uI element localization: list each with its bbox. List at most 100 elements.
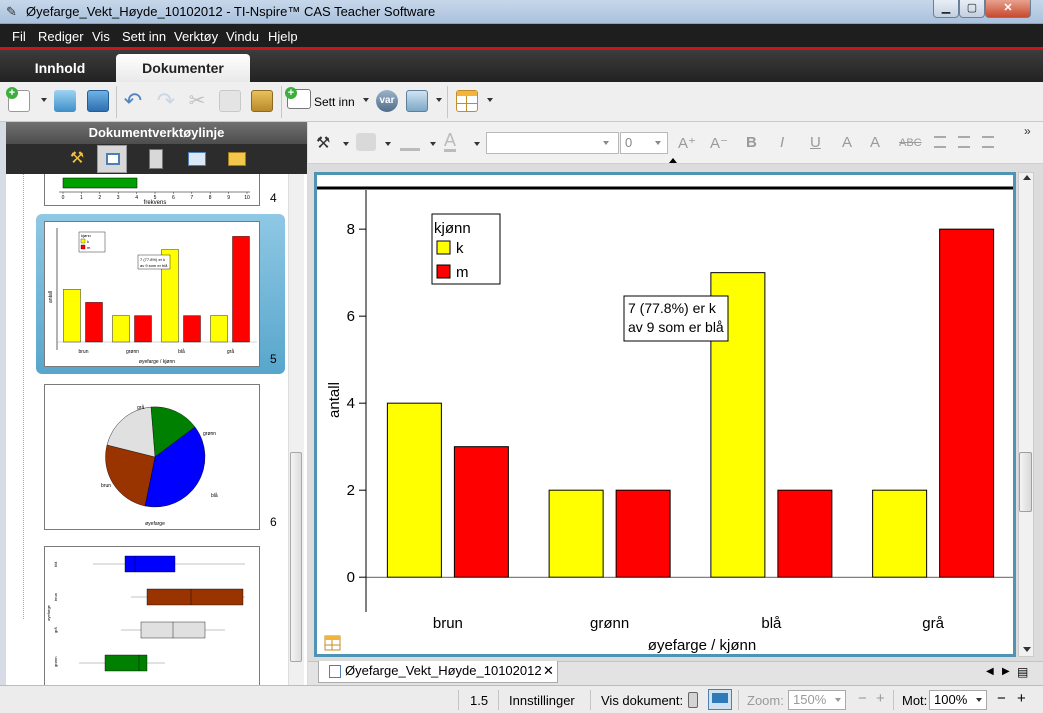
mot-zoom-in-button[interactable]: + [1017,690,1026,707]
align-center-icon [958,136,970,148]
tools-icon[interactable]: ⚒ [66,149,88,169]
page-5-preview: kjønn k m 7 (77.8%) er k av 9 som er blå… [48,228,257,365]
toolbox-tabs: ⚒ [6,144,307,174]
bar-k-0[interactable] [386,402,442,578]
prev-page-icon[interactable]: ◀ [986,666,994,677]
page-scrollbar[interactable] [1018,172,1034,657]
bar-m-0[interactable] [453,446,509,578]
mot-zoom-value: 100% [934,692,968,707]
bar-chart[interactable]: 0 2 4 6 8 brun grønn blå grå antall øyefarge / … [317,175,1013,654]
font-family-select[interactable] [486,132,619,154]
page-scroll-thumb[interactable] [1019,452,1032,512]
line-color-dropdown[interactable] [430,142,436,146]
page-thumbnail-5[interactable]: kjønn k m 7 (77.8%) er k av 9 som er blå… [44,221,260,367]
p5-bar [112,315,130,343]
p5-bar [134,315,152,343]
page-layout-icon[interactable] [456,90,478,112]
attributes-dropdown[interactable] [343,142,349,146]
legend-label-m: m [456,264,469,281]
new-document-icon[interactable]: + [6,87,30,112]
p5-legend-k: k [87,239,89,244]
font-size-value: 0 [625,135,633,150]
document-tab[interactable]: Øyefarge_Vekt_Høyde_10102012 ✕ [318,661,558,683]
p5-category-label: brun [78,349,88,355]
menu-verktoy[interactable]: Verktøy [174,29,218,44]
maximize-button[interactable]: ▢ [959,0,985,18]
page-layout-corner-icon[interactable] [324,635,341,651]
p6-label-gronn: grønn [203,431,216,437]
splitter-arrow-icon[interactable] [669,158,677,163]
new-document-dropdown[interactable] [41,98,47,102]
bar-m-2[interactable] [777,489,833,578]
insert-dropdown[interactable] [363,98,369,102]
mot-zoom-out-button[interactable]: − [997,690,1006,707]
page-indicator: 1.5 [470,693,489,708]
page-thumbnail-4[interactable]: 0 1 2 3 4 5 6 7 8 9 10 frekvens [44,174,260,206]
tab-innhold[interactable]: Innhold [6,54,114,82]
menu-fil[interactable]: Fil [12,29,26,44]
emulator-icon[interactable] [149,149,163,169]
mot-zoom-select[interactable]: 100% [929,690,987,710]
scroll-down-arrow-icon[interactable] [1023,647,1031,652]
handheld-view-icon[interactable] [688,692,698,708]
text-color-icon: A [444,130,457,152]
bar-m-1[interactable] [615,489,671,578]
utilities-icon[interactable] [188,152,206,166]
bar-m-3[interactable] [939,228,995,578]
page-canvas[interactable]: 0 2 4 6 8 brun grønn blå grå antall øyefarge / … [314,172,1016,657]
y-tick-label: 4 [347,395,355,412]
document-icon [329,665,341,678]
paste-icon[interactable] [251,90,273,112]
x-category-label: blå [761,615,782,632]
page-sorter-icon[interactable] [97,145,127,173]
minimize-button[interactable]: ▁ [933,0,959,18]
overflow-chevron-icon[interactable]: » [1024,124,1031,138]
menu-rediger[interactable]: Rediger [38,29,84,44]
font-size-select[interactable]: 0 [620,132,668,154]
title-bar: ✎ Øyefarge_Vekt_Høyde_10102012 - TI-Nspi… [0,0,1043,24]
page-list-icon[interactable]: ▤ [1017,665,1028,679]
computer-view-icon[interactable] [708,689,732,710]
p4-tick-label: 9 [227,195,230,201]
next-page-icon[interactable]: ▶ [1002,666,1010,677]
insert-label[interactable]: Sett inn [314,95,355,109]
page-thumbnail-7[interactable]: blå brun grå grønn øyefarge [44,546,260,685]
page-layout-dropdown[interactable] [487,98,493,102]
status-separator [458,690,459,710]
attributes-icon[interactable]: ⚒ [316,133,330,153]
bold-icon: B [746,134,757,151]
p7-label-gra: grå [53,626,58,633]
menu-bar: Fil Rediger Vis Sett inn Verktøy Vindu H… [0,24,1043,50]
legend-title: kjønn [434,220,471,237]
fill-color-dropdown[interactable] [385,142,391,146]
close-button[interactable]: ✕ [985,0,1031,18]
menu-sett-inn[interactable]: Sett inn [122,29,166,44]
insert-page-icon[interactable]: + [285,87,311,109]
y-tick-label: 6 [347,308,355,325]
page-thumbnail-6[interactable]: grå grønn blå brun øyefarge [44,384,260,530]
bar-k-3[interactable] [872,489,928,578]
menu-hjelp[interactable]: Hjelp [268,29,298,44]
y-tick-label: 2 [347,482,355,499]
line-color-icon [400,133,420,151]
menu-vis[interactable]: Vis [92,29,110,44]
save-icon[interactable] [87,90,109,112]
scroll-up-arrow-icon[interactable] [1023,175,1031,180]
screenshot-icon[interactable] [406,90,428,112]
window-title: Øyefarge_Vekt_Høyde_10102012 - TI-Nspire… [26,4,436,19]
screenshot-dropdown[interactable] [436,98,442,102]
bar-k-1[interactable] [548,489,604,578]
page-sorter-scroll-thumb[interactable] [290,452,302,662]
menu-vindu[interactable]: Vindu [226,29,259,44]
var-icon[interactable]: var [376,90,398,112]
close-tab-icon[interactable]: ✕ [543,661,554,681]
settings-button[interactable]: Innstillinger [509,693,575,708]
undo-icon[interactable]: ↶ [122,90,144,112]
tab-dokumenter[interactable]: Dokumenter [116,54,250,82]
zoom-value: 150% [793,692,827,707]
content-explorer-icon[interactable] [228,152,246,166]
legend[interactable]: kjønn k m [431,213,501,285]
text-color-dropdown[interactable] [474,142,480,146]
p4-tick-label: 2 [98,195,101,201]
open-document-icon[interactable] [54,90,76,112]
